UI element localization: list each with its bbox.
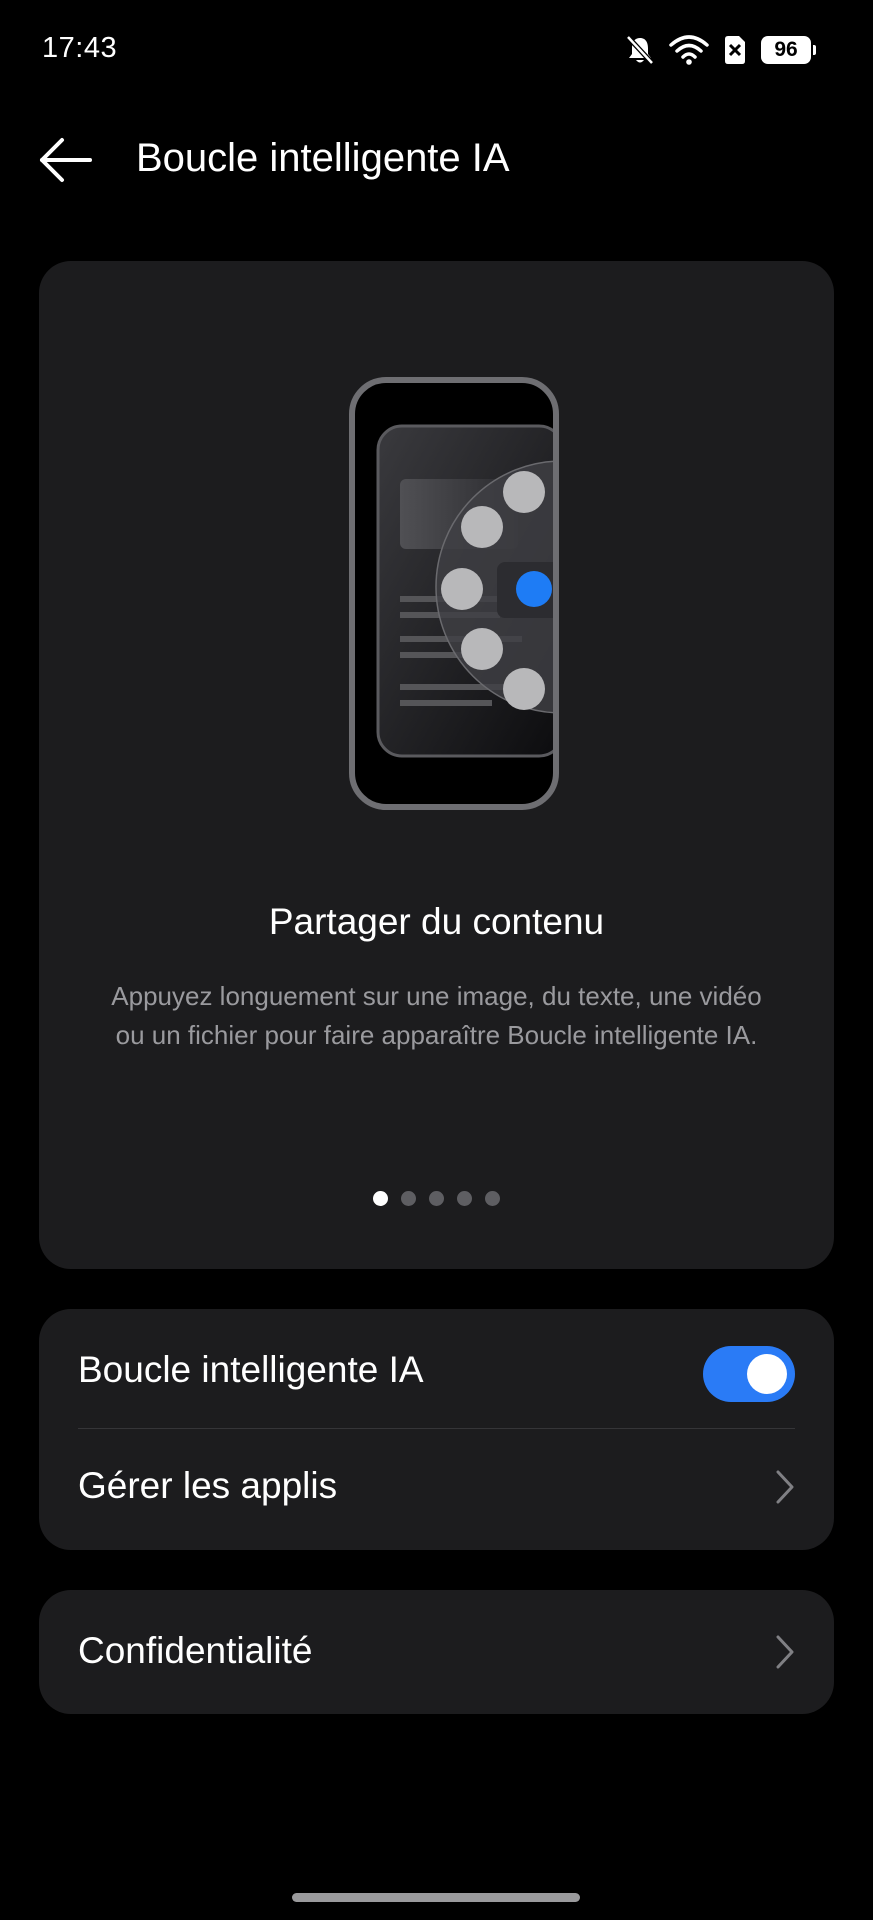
toggle-knob [747, 1354, 787, 1394]
page-dot-1[interactable] [373, 1191, 388, 1206]
smart-loop-toggle[interactable] [703, 1346, 795, 1402]
status-icons: 96 [625, 30, 816, 70]
hero-title: Partager du contenu [268, 901, 605, 942]
hero-description: Appuyez longuement sur une image, du tex… [111, 981, 762, 1050]
chevron-right-icon [774, 1469, 796, 1505]
status-bar: 17:43 96 [0, 0, 873, 100]
bell-muted-icon [625, 34, 655, 66]
privacy-label: Confidentialité [78, 1630, 313, 1671]
page-dot-2[interactable] [401, 1191, 416, 1206]
wifi-icon [669, 35, 709, 65]
page-indicator[interactable] [39, 1191, 834, 1206]
arrow-left-icon [36, 138, 96, 190]
battery-level: 96 [774, 38, 798, 61]
manage-apps-row[interactable]: Gérer les applis [39, 1429, 834, 1545]
page-title: Boucle intelligente IA [136, 136, 510, 180]
chevron-right-icon [774, 1634, 796, 1670]
sim-off-icon [723, 35, 747, 65]
smart-loop-row[interactable]: Boucle intelligente IA [39, 1313, 834, 1429]
privacy-row[interactable]: Confidentialité [39, 1594, 834, 1710]
header: Boucle intelligente IA [0, 120, 873, 200]
status-time: 17:43 [42, 32, 118, 64]
page-dot-4[interactable] [457, 1191, 472, 1206]
page-dot-3[interactable] [429, 1191, 444, 1206]
battery-icon: 96 [761, 36, 816, 64]
smart-loop-label: Boucle intelligente IA [78, 1349, 424, 1390]
privacy-card[interactable]: Confidentialité [39, 1590, 834, 1714]
back-button[interactable] [36, 134, 96, 186]
phone-illustration [299, 316, 574, 846]
home-indicator[interactable] [292, 1893, 580, 1902]
manage-apps-label: Gérer les applis [78, 1465, 338, 1506]
page-dot-5[interactable] [485, 1191, 500, 1206]
feature-carousel-card[interactable]: Partager du contenu Appuyez longuement s… [39, 261, 834, 1269]
settings-card: Boucle intelligente IA Gérer les applis [39, 1309, 834, 1550]
